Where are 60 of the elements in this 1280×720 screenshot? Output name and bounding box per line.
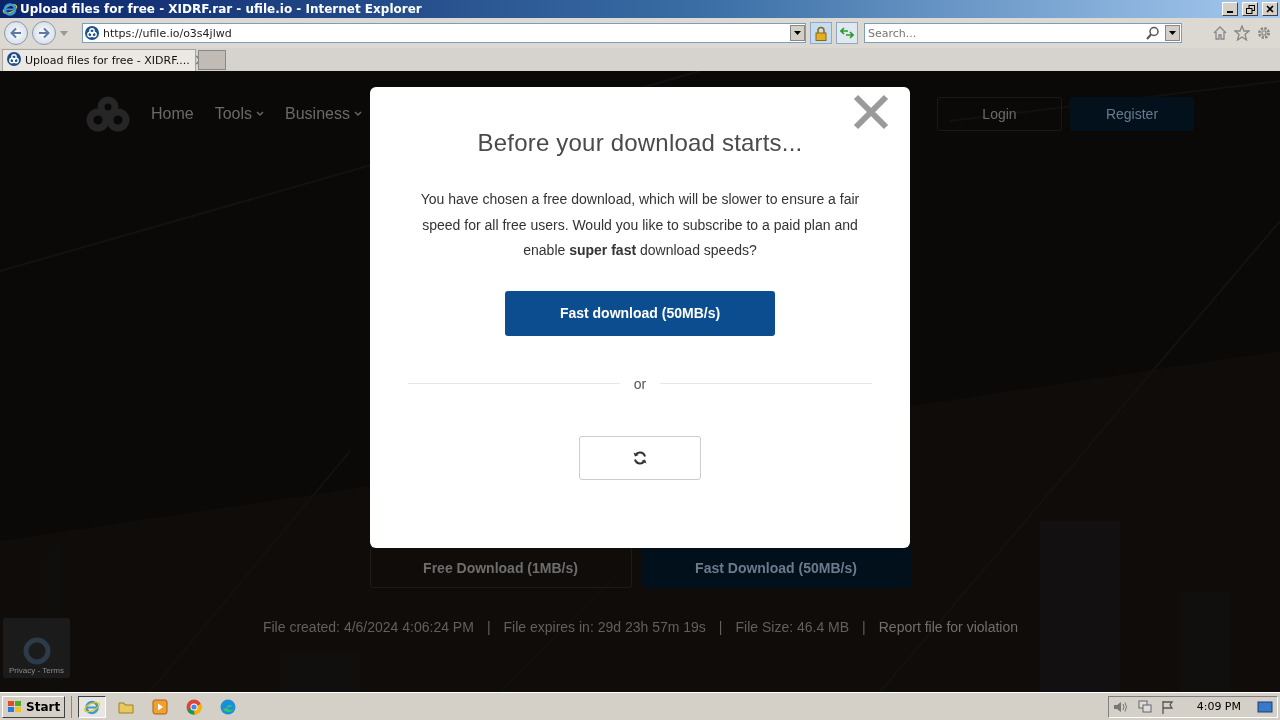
register-button[interactable]: Register bbox=[1070, 97, 1194, 131]
refresh-icon bbox=[632, 449, 648, 466]
browser-logo-icon bbox=[2, 1, 18, 17]
close-button[interactable] bbox=[1262, 2, 1278, 16]
forward-button[interactable] bbox=[32, 21, 56, 45]
file-info-text: File Size: 46.4 MB bbox=[735, 619, 850, 635]
forward-arrow-icon bbox=[37, 27, 51, 39]
browser-taskbar-icon[interactable] bbox=[78, 695, 107, 718]
refresh-button[interactable] bbox=[836, 22, 858, 44]
new-tab-button[interactable] bbox=[198, 50, 226, 70]
search-field[interactable]: Search... bbox=[864, 23, 1182, 43]
modal-title: Before your download starts... bbox=[477, 129, 803, 157]
search-icon[interactable] bbox=[1146, 26, 1160, 40]
recaptcha-logo-icon bbox=[21, 636, 52, 666]
refresh-arrows-icon bbox=[840, 27, 854, 39]
file-info-text: File expires in: 29d 23h 57m 19s bbox=[503, 619, 706, 635]
download-button[interactable]: Fast Download (50MB/s) bbox=[640, 547, 912, 588]
recaptcha-links[interactable]: Privacy - Terms bbox=[9, 666, 64, 675]
separator-text: | bbox=[718, 619, 723, 635]
close-icon bbox=[1266, 5, 1274, 13]
nav-link[interactable]: Home bbox=[151, 105, 194, 123]
flag-icon[interactable] bbox=[1160, 699, 1175, 714]
loading-button[interactable] bbox=[579, 435, 701, 480]
restore-icon bbox=[1245, 4, 1255, 14]
site-icon bbox=[7, 52, 21, 69]
minimize-button[interactable] bbox=[1222, 2, 1238, 16]
network-icon[interactable] bbox=[1136, 699, 1153, 714]
clock-text: 4:09 PM bbox=[1196, 700, 1241, 713]
back-arrow-icon bbox=[9, 27, 23, 39]
window-title: Upload files for free - XIDRF.rar - ufile.io - Internet Explorer bbox=[20, 2, 423, 16]
separator-text: | bbox=[486, 619, 491, 635]
caret-icon[interactable] bbox=[60, 30, 68, 36]
start-button[interactable]: Start bbox=[2, 695, 66, 718]
close-icon[interactable] bbox=[852, 93, 890, 131]
separator-text: or bbox=[633, 375, 647, 392]
file-info-text: File created: 4/6/2024 4:06:24 PM bbox=[262, 619, 474, 635]
restore-button[interactable] bbox=[1242, 2, 1258, 16]
fast-download-button[interactable]: Fast download (50MB/s) bbox=[505, 290, 775, 336]
speaker-icon[interactable] bbox=[1112, 699, 1129, 714]
dropdown-button[interactable] bbox=[790, 25, 805, 41]
nav-link[interactable]: Business bbox=[285, 105, 362, 123]
nav-link[interactable]: Tools bbox=[214, 105, 265, 123]
report-link[interactable]: Report file for violation bbox=[878, 619, 1019, 635]
url-text: https://ufile.io/o3s4jlwd bbox=[103, 26, 233, 40]
site-icon bbox=[85, 26, 99, 40]
browser-tab[interactable]: Upload files for free - XIDRF.... bbox=[2, 49, 196, 71]
home-icon[interactable] bbox=[1212, 25, 1228, 41]
login-button[interactable]: Login bbox=[937, 97, 1062, 131]
modal-message: You have chosen a free download, which will be slower to ensure a fair speed for all free users. Would you like to subscribe to a paid plan and enable super fast download speeds? bbox=[419, 190, 861, 260]
favorites-icon[interactable] bbox=[1234, 25, 1250, 41]
dropdown-button[interactable] bbox=[1165, 25, 1180, 41]
address-field[interactable]: https://ufile.io/o3s4jlwd bbox=[82, 23, 806, 43]
show-desktop-icon[interactable] bbox=[1257, 699, 1273, 714]
separator-text: | bbox=[862, 619, 866, 635]
settings-icon[interactable] bbox=[1256, 25, 1272, 41]
caret-icon bbox=[1169, 31, 1176, 35]
padlock-icon[interactable] bbox=[810, 22, 832, 44]
back-button[interactable] bbox=[4, 21, 28, 45]
caret-icon bbox=[794, 31, 801, 35]
windows-logo-icon bbox=[7, 699, 23, 714]
